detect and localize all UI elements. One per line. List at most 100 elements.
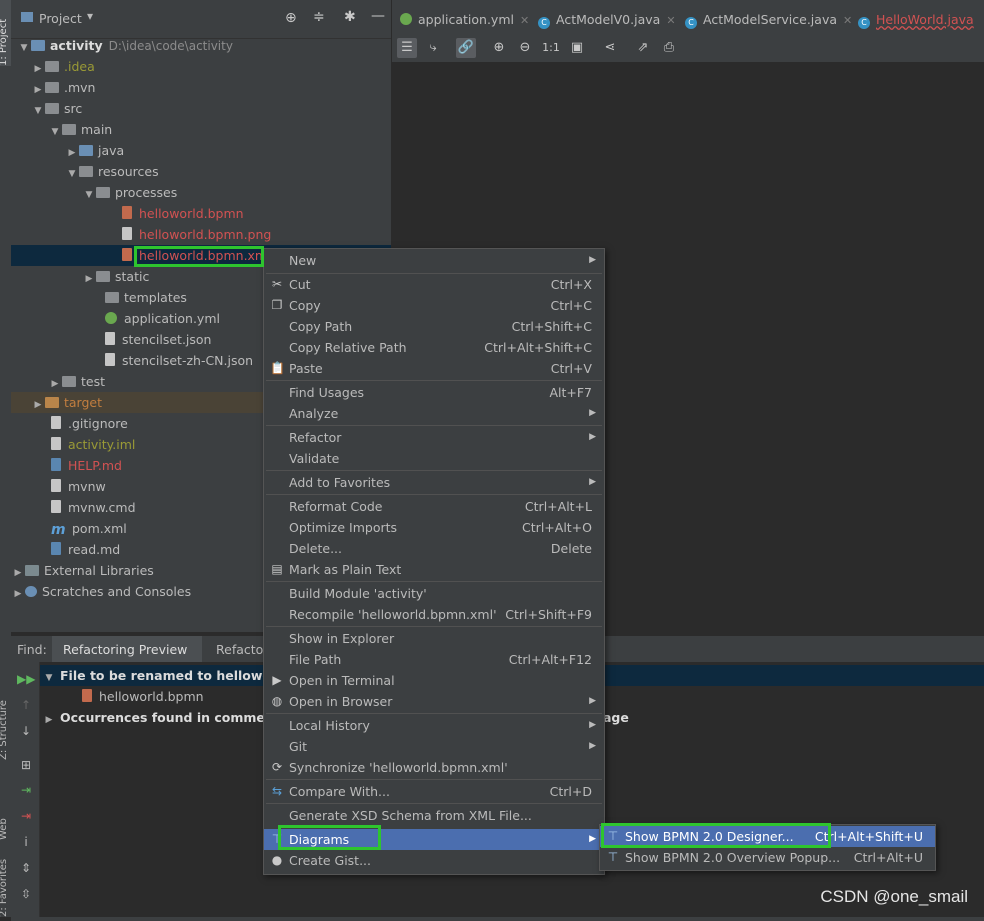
- close-icon[interactable]: ✕: [666, 14, 675, 27]
- tree-item-templates[interactable]: templates: [11, 287, 187, 308]
- menu-item-local-history[interactable]: Local History ▶: [264, 715, 604, 736]
- scissors-icon: ✂: [271, 277, 283, 291]
- menu-item-open-in-browser[interactable]: ◍ Open in Browser ▶: [264, 691, 604, 712]
- tree-item-scratches[interactable]: ▶ Scratches and Consoles: [11, 581, 192, 605]
- folder-icon: [96, 271, 110, 282]
- tree-item-idea[interactable]: ▶ .idea: [11, 56, 95, 77]
- preview-row-occurrences[interactable]: ▶ Occurrences found in comments,: [40, 707, 292, 728]
- menu-item-file-path[interactable]: File Path Ctrl+Alt+F12: [264, 649, 604, 670]
- include-icon[interactable]: ⇥: [17, 781, 35, 799]
- menu-item-build-module[interactable]: Build Module 'activity': [264, 583, 604, 604]
- hide-panel-icon[interactable]: —: [371, 8, 385, 24]
- class-icon: C: [858, 17, 870, 29]
- tree-item-gitignore[interactable]: .gitignore: [11, 413, 128, 434]
- menu-item-generate-xsd[interactable]: Generate XSD Schema from XML File...: [264, 805, 604, 826]
- menu-item-synchronize[interactable]: ⟳ Synchronize 'helloworld.bpmn.xml': [264, 757, 604, 778]
- tree-item-helloworld-png[interactable]: helloworld.bpmn.png: [11, 224, 271, 245]
- tree-item-test[interactable]: ▶ test: [11, 371, 105, 392]
- tree-item-mvnw-cmd[interactable]: mvnw.cmd: [11, 497, 136, 518]
- expand-arrow-icon[interactable]: ▶: [42, 710, 56, 731]
- print-icon[interactable]: ⎙: [659, 38, 679, 58]
- tab-helloworld-java[interactable]: C HelloWorld.java: [858, 10, 974, 30]
- actual-size-button[interactable]: 1:1: [541, 38, 561, 58]
- tab-application-yml[interactable]: application.yml ✕: [400, 10, 529, 30]
- tree-item-stencilset-cn[interactable]: stencilset-zh-CN.json: [11, 350, 253, 371]
- locate-target-icon[interactable]: ⊕: [285, 10, 297, 26]
- tree-item-static[interactable]: ▶ static: [11, 266, 150, 287]
- settings-gear-icon[interactable]: ✱: [344, 9, 356, 25]
- menu-item-show-in-explorer[interactable]: Show in Explorer: [264, 628, 604, 649]
- menu-item-git[interactable]: Git ▶: [264, 736, 604, 757]
- tab-actmodelv0[interactable]: C ActModelV0.java ✕: [538, 10, 676, 30]
- project-view-title[interactable]: Project: [39, 11, 82, 26]
- menu-item-cut[interactable]: ✂ Cut Ctrl+X: [264, 274, 604, 295]
- preview-row-file[interactable]: helloworld.bpmn: [40, 686, 204, 707]
- shell-file-icon: [51, 479, 61, 492]
- menu-label: Copy Path: [289, 319, 353, 334]
- menu-item-open-in-terminal[interactable]: ▶ Open in Terminal: [264, 670, 604, 691]
- menu-item-copy[interactable]: ❐ Copy Ctrl+C: [264, 295, 604, 316]
- expand-all-icon[interactable]: ⇕: [17, 859, 35, 877]
- project-view-dropdown-icon[interactable]: ▾: [87, 9, 93, 23]
- close-icon[interactable]: ✕: [843, 14, 852, 27]
- tree-item-help-md[interactable]: HELP.md: [11, 455, 122, 476]
- menu-item-compare-with[interactable]: ⇆ Compare With... Ctrl+D: [264, 781, 604, 802]
- menu-shortcut: Delete: [550, 541, 592, 556]
- menu-item-copy-path[interactable]: Copy Path Ctrl+Shift+C: [264, 316, 604, 337]
- tree-item-resources[interactable]: ▼ resources: [11, 161, 159, 182]
- menu-item-paste[interactable]: 📋 Paste Ctrl+V: [264, 358, 604, 379]
- tab-refactor[interactable]: Refactor: [216, 642, 268, 657]
- menu-item-show-bpmn-overview[interactable]: ⊤ Show BPMN 2.0 Overview Popup... Ctrl+Alt…: [600, 847, 935, 868]
- menu-item-refactor[interactable]: Refactor ▶: [264, 427, 604, 448]
- menu-item-create-gist[interactable]: ● Create Gist...: [264, 850, 604, 871]
- menu-item-delete[interactable]: Delete... Delete: [264, 538, 604, 559]
- menu-item-mark-plain-text[interactable]: ▤ Mark as Plain Text: [264, 559, 604, 580]
- menu-item-add-to-favorites[interactable]: Add to Favorites ▶: [264, 472, 604, 493]
- tab-refactoring-preview[interactable]: Refactoring Preview: [63, 642, 187, 657]
- menu-item-new[interactable]: New ▶: [264, 250, 604, 271]
- close-icon[interactable]: ✕: [520, 14, 529, 27]
- collapse-all-icon[interactable]: ⇳: [17, 885, 35, 903]
- tree-item-mvn[interactable]: ▶ .mvn: [11, 77, 96, 98]
- menu-label: Analyze: [289, 406, 339, 421]
- info-icon[interactable]: ⅰ: [17, 833, 35, 851]
- tree-item-main[interactable]: ▼ main: [11, 119, 113, 140]
- tree-item-src[interactable]: ▼ src: [11, 98, 83, 119]
- tree-item-application-yml[interactable]: application.yml: [11, 308, 220, 329]
- export-icon[interactable]: ⇗: [633, 38, 653, 58]
- tree-item-pom-xml[interactable]: m pom.xml: [11, 518, 127, 539]
- rerun-icon[interactable]: ▶▶: [17, 670, 35, 688]
- fit-content-icon[interactable]: ▣: [567, 38, 587, 58]
- menu-item-copy-relative-path[interactable]: Copy Relative Path Ctrl+Alt+Shift+C: [264, 337, 604, 358]
- tree-item-read-md[interactable]: read.md: [11, 539, 120, 560]
- tree-item-java[interactable]: ▶ java: [11, 140, 125, 161]
- tree-item-activity-iml[interactable]: activity.iml: [11, 434, 135, 455]
- tree-item-helloworld-bpmn[interactable]: helloworld.bpmn: [11, 203, 244, 224]
- collapse-all-icon[interactable]: ≑: [313, 9, 325, 25]
- menu-item-validate[interactable]: Validate: [264, 448, 604, 469]
- up-arrow-icon[interactable]: ↑: [17, 696, 35, 714]
- expand-arrow-icon[interactable]: ▶: [11, 584, 25, 605]
- group-icon[interactable]: ⊞: [17, 756, 35, 774]
- exclude-icon[interactable]: ⇥: [17, 807, 35, 825]
- menu-item-reformat-code[interactable]: Reformat Code Ctrl+Alt+L: [264, 496, 604, 517]
- preview-row-rename[interactable]: ▼ File to be renamed to helloworld: [40, 665, 291, 686]
- tree-item-mvnw[interactable]: mvnw: [11, 476, 106, 497]
- tree-item-processes[interactable]: ▼ processes: [11, 182, 178, 203]
- menu-item-analyze[interactable]: Analyze ▶: [264, 403, 604, 424]
- menu-item-find-usages[interactable]: Find Usages Alt+F7: [264, 382, 604, 403]
- tree-label: processes: [115, 185, 178, 200]
- connector-icon[interactable]: ⤷: [423, 38, 443, 58]
- link-icon[interactable]: 🔗: [456, 38, 476, 58]
- menu-item-optimize-imports[interactable]: Optimize Imports Ctrl+Alt+O: [264, 517, 604, 538]
- tree-item-activity[interactable]: ▼ activity D:\idea\code\activity: [11, 35, 391, 56]
- tree-item-stencilset[interactable]: stencilset.json: [11, 329, 211, 350]
- down-arrow-icon[interactable]: ↓: [17, 722, 35, 740]
- tree-item-external-libraries[interactable]: ▶ External Libraries: [11, 560, 154, 581]
- tab-actmodelservice[interactable]: C ActModelService.java ✕: [685, 10, 852, 30]
- layout-icon[interactable]: ⋖: [600, 38, 620, 58]
- zoom-in-icon[interactable]: ⊕: [489, 38, 509, 58]
- sliders-icon[interactable]: ☰: [397, 38, 417, 58]
- zoom-out-icon[interactable]: ⊖: [515, 38, 535, 58]
- menu-item-recompile[interactable]: Recompile 'helloworld.bpmn.xml' Ctrl+Shif…: [264, 604, 604, 625]
